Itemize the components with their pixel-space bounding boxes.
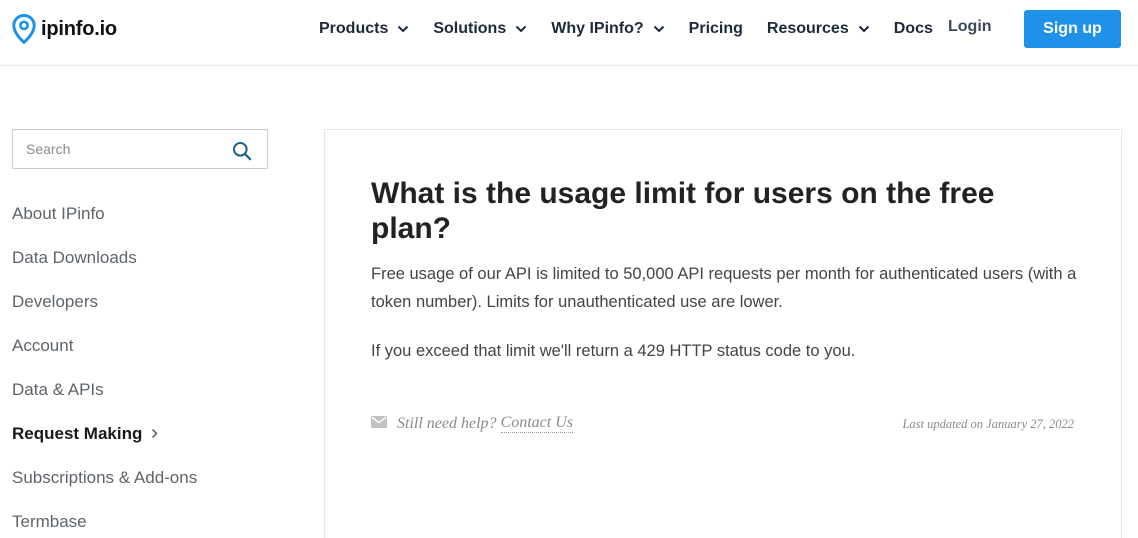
signup-button[interactable]: Sign up xyxy=(1024,10,1121,48)
sidebar-item-data-apis[interactable]: Data & APIs xyxy=(12,368,197,412)
sidebar-item-label: Subscriptions & Add-ons xyxy=(12,468,198,487)
help-footer: Still need help? Contact Us xyxy=(371,414,573,433)
article-paragraph: Free usage of our API is limited to 50,0… xyxy=(371,265,1077,311)
nav-docs-label: Docs xyxy=(893,20,933,37)
chevron-down-icon xyxy=(515,20,527,38)
article-title: What is the usage limit for users on the… xyxy=(371,177,995,245)
nav-resources[interactable]: Resources xyxy=(767,20,870,38)
nav-products[interactable]: Products xyxy=(319,20,409,38)
search-icon[interactable] xyxy=(232,141,252,166)
chevron-down-icon xyxy=(397,20,409,38)
main-nav: Products Solutions Why IPinfo? Pricing R… xyxy=(319,0,957,58)
sidebar-item-subscriptions-add-ons[interactable]: Subscriptions & Add-ons xyxy=(12,456,197,500)
help-text: Still need help? xyxy=(397,414,497,432)
map-pin-icon xyxy=(12,14,36,44)
nav-why-ipinfo-label: Why IPinfo? xyxy=(551,20,644,37)
brand-name: ipinfo.io xyxy=(41,17,117,40)
chevron-down-icon xyxy=(653,20,665,38)
category-sidebar: About IPinfo Data Downloads Developers A… xyxy=(12,192,197,538)
article-paragraph: If you exceed that limit we'll return a … xyxy=(371,342,856,360)
nav-resources-label: Resources xyxy=(766,20,849,37)
sidebar-item-label: Termbase xyxy=(12,512,87,531)
sidebar-item-about-ipinfo[interactable]: About IPinfo xyxy=(12,192,197,236)
sidebar-item-account[interactable]: Account xyxy=(12,324,197,368)
site-header: ipinfo.io Products Solutions Why IPinfo?… xyxy=(0,0,1138,66)
sidebar-item-request-making[interactable]: Request Making xyxy=(12,412,197,456)
sidebar-item-termbase[interactable]: Termbase xyxy=(12,500,197,538)
sidebar-item-label: Data Downloads xyxy=(12,248,137,267)
sidebar-item-label: Developers xyxy=(12,292,98,311)
envelope-icon xyxy=(371,415,387,433)
nav-why-ipinfo[interactable]: Why IPinfo? xyxy=(551,20,664,38)
login-link[interactable]: Login xyxy=(948,18,992,36)
chevron-down-icon xyxy=(858,20,870,38)
nav-pricing[interactable]: Pricing xyxy=(689,20,743,38)
nav-products-label: Products xyxy=(319,20,389,37)
nav-pricing-label: Pricing xyxy=(688,20,743,37)
search-input[interactable] xyxy=(13,130,223,168)
sidebar-item-data-downloads[interactable]: Data Downloads xyxy=(12,236,197,280)
chevron-right-icon xyxy=(151,424,158,444)
article-card: What is the usage limit for users on the… xyxy=(324,129,1122,538)
logo-link[interactable]: ipinfo.io xyxy=(12,14,117,44)
contact-us-link[interactable]: Contact Us xyxy=(500,414,573,433)
nav-docs[interactable]: Docs xyxy=(894,20,933,38)
sidebar-item-developers[interactable]: Developers xyxy=(12,280,197,324)
nav-solutions[interactable]: Solutions xyxy=(433,20,527,38)
sidebar-item-label: Request Making xyxy=(12,424,143,443)
sidebar-item-label: About IPinfo xyxy=(12,204,105,223)
last-updated: Last updated on January 27, 2022 xyxy=(902,417,1074,431)
search-box xyxy=(12,129,268,169)
sidebar-item-label: Account xyxy=(12,336,74,355)
sidebar-item-label: Data & APIs xyxy=(12,380,104,399)
nav-solutions-label: Solutions xyxy=(433,20,507,37)
